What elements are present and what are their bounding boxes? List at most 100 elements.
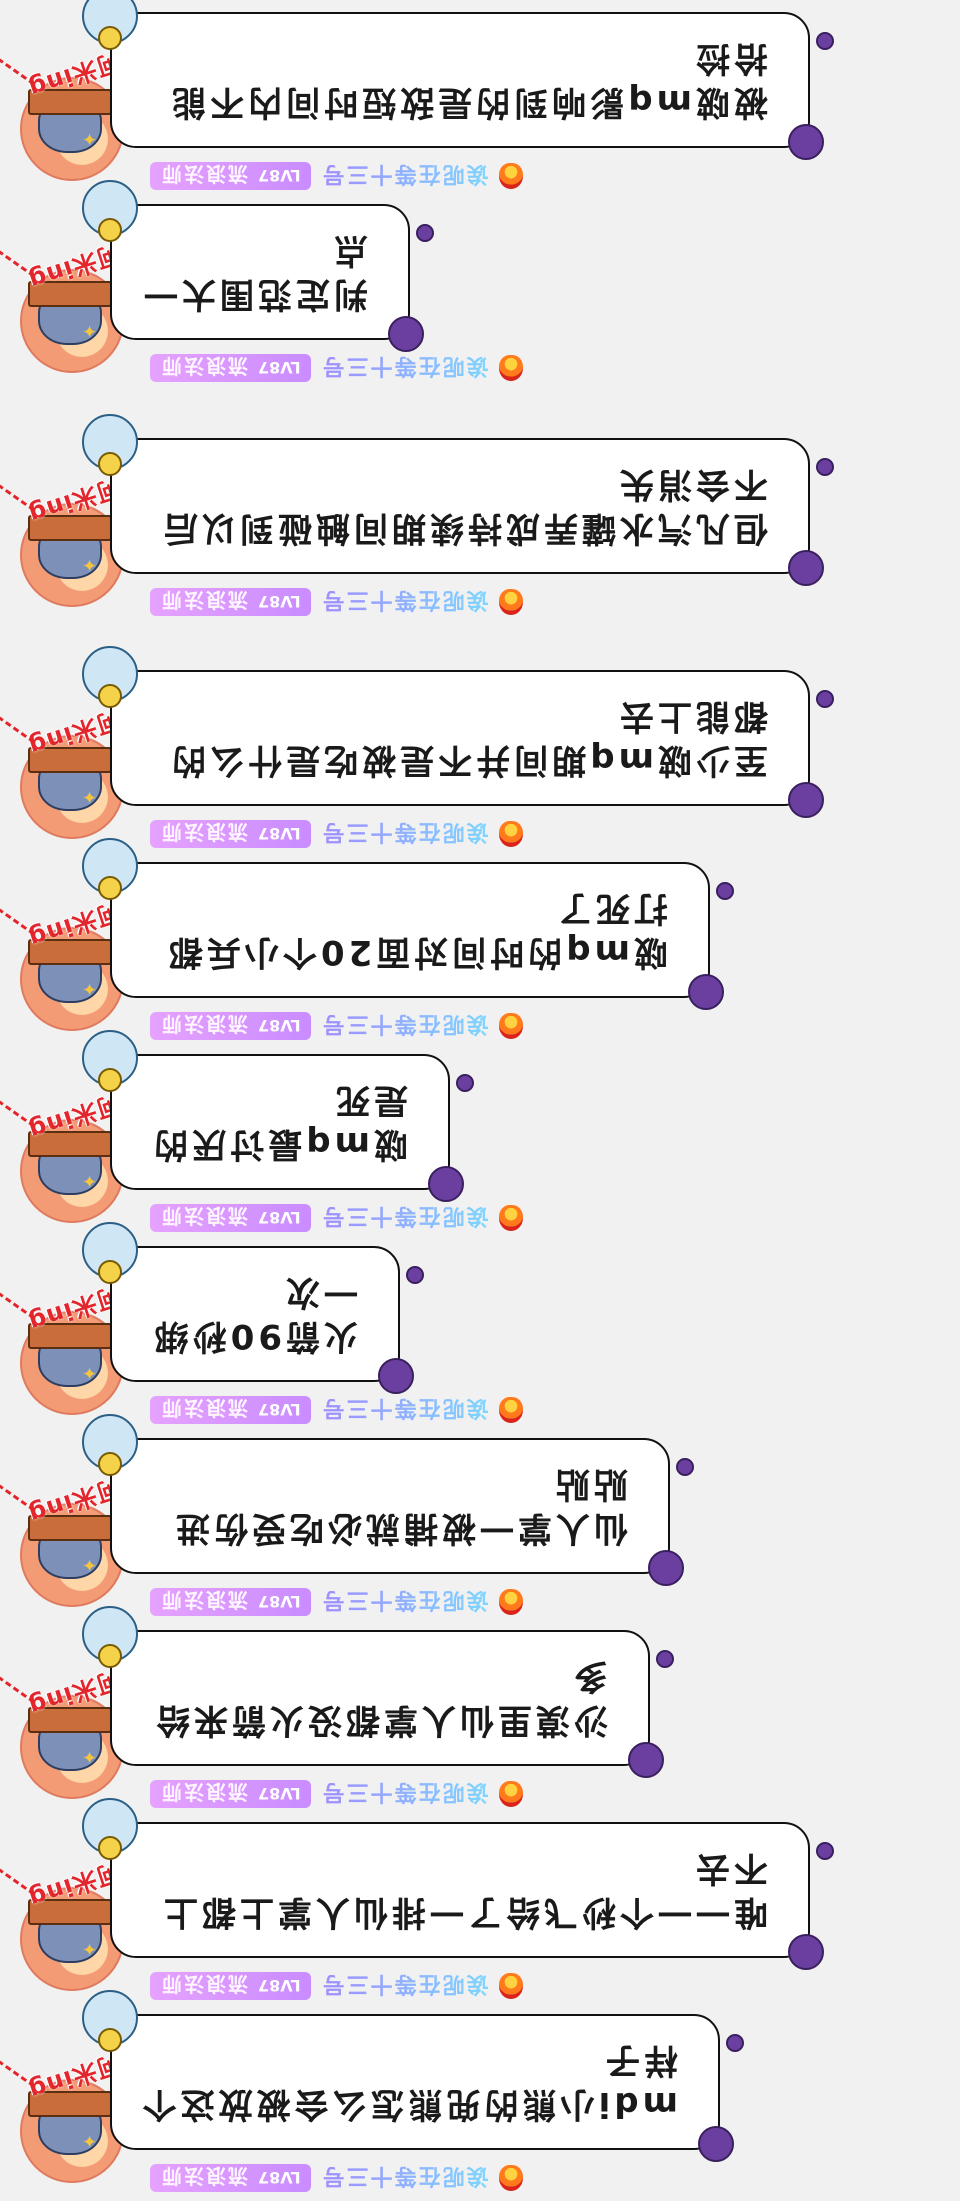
level-badge[interactable]: LV87 流浪法师	[150, 1972, 311, 2000]
bubble-virus-decoration-icon	[788, 550, 824, 586]
level-label: LV87	[258, 1592, 301, 1612]
message-bubble[interactable]: ✦ 唯一一个秒飞给了一排仙人掌上都上不去	[78, 1798, 834, 1970]
sender-nickname[interactable]: 诶呢在等十三号	[321, 1202, 489, 1234]
message-text: 啵mq的时间对面20个小兵都打死了	[164, 888, 668, 972]
avatar-tag-line	[0, 715, 35, 744]
message-text: 啵mq最讨厌的是死	[150, 1080, 408, 1164]
member-title: 流浪法师	[160, 588, 248, 613]
level-badge[interactable]: LV87 流浪法师	[150, 1780, 311, 1808]
message-bubble[interactable]: ✦ 但凡汽水罐弄成持续期间触碰到以后不会消失	[78, 414, 834, 586]
message-text: 仙人掌一被捕就必吃受伤进贴贴	[172, 1464, 628, 1548]
member-title: 流浪法师	[160, 354, 248, 379]
level-label: LV87	[258, 592, 301, 612]
level-badge[interactable]: LV87 流浪法师	[150, 2164, 311, 2192]
sender-nickname[interactable]: 诶呢在等十三号	[321, 1010, 489, 1042]
sender-info-row: LV87 流浪法师 诶呢在等十三号	[150, 1587, 523, 1617]
sender-info-row: LV87 流浪法师 诶呢在等十三号	[150, 587, 523, 617]
sparkle-icon: ✦	[78, 1938, 98, 1959]
bubble-bear-sticker-icon	[82, 414, 138, 470]
bubble-bear-sticker-icon	[82, 0, 138, 44]
bubble-dot-decoration-icon	[676, 1458, 694, 1476]
sparkle-icon: ✦	[78, 128, 98, 149]
bubble-virus-decoration-icon	[628, 1742, 664, 1778]
level-badge[interactable]: LV87 流浪法师	[150, 588, 311, 616]
message-bubble[interactable]: ✦ 判定范围大一点	[78, 180, 434, 352]
level-badge[interactable]: LV87 流浪法师	[150, 1204, 311, 1232]
rotated-chat-view: 阿米ing LV87 流浪法师 诶呢在等十三号 ✦ mdi小熊的兜熊怎么会被放这…	[0, 0, 960, 2201]
sparkle-icon: ✦	[78, 978, 98, 999]
fire-icon	[498, 1397, 523, 1423]
member-title: 流浪法师	[160, 1972, 248, 1997]
sender-info-row: LV87 流浪法师 诶呢在等十三号	[150, 819, 523, 849]
fire-icon	[498, 821, 523, 847]
level-badge[interactable]: LV87 流浪法师	[150, 820, 311, 848]
bubble-virus-decoration-icon	[788, 124, 824, 160]
level-badge[interactable]: LV87 流浪法师	[150, 1588, 311, 1616]
level-badge[interactable]: LV87 流浪法师	[150, 1396, 311, 1424]
bubble-bear-sticker-icon	[82, 646, 138, 702]
avatar-tag-line	[0, 2059, 35, 2088]
sparkle-icon: ✦	[78, 786, 98, 807]
message-bubble[interactable]: ✦ 火箭90秒绑一次	[78, 1222, 424, 1394]
sender-nickname[interactable]: 诶呢在等十三号	[321, 1970, 489, 2002]
message-text: 被啵mq影响到的是敌短时间内不能拾捡	[168, 38, 768, 122]
member-title: 流浪法师	[160, 1012, 248, 1037]
sender-nickname[interactable]: 诶呢在等十三号	[321, 1586, 489, 1618]
sender-nickname[interactable]: 诶呢在等十三号	[321, 586, 489, 618]
avatar-tag-line	[0, 1291, 35, 1320]
chat-message: 阿米ing LV87 流浪法师 诶呢在等十三号 ✦ 至少啵mq期间并不是被吃是什…	[0, 646, 960, 849]
bubble-virus-decoration-icon	[378, 1358, 414, 1394]
sparkle-icon: ✦	[78, 1362, 98, 1383]
bubble-virus-decoration-icon	[788, 1934, 824, 1970]
member-title: 流浪法师	[160, 1780, 248, 1805]
message-text: 火箭90秒绑一次	[150, 1272, 358, 1356]
sender-nickname[interactable]: 诶呢在等十三号	[321, 1394, 489, 1426]
sparkle-icon: ✦	[78, 1746, 98, 1767]
sender-info-row: LV87 流浪法师 诶呢在等十三号	[150, 1971, 523, 2001]
level-label: LV87	[258, 1400, 301, 1420]
sender-nickname[interactable]: 诶呢在等十三号	[321, 818, 489, 850]
level-label: LV87	[258, 1784, 301, 1804]
level-label: LV87	[258, 1016, 301, 1036]
avatar-tag-line	[0, 1483, 35, 1512]
level-badge[interactable]: LV87 流浪法师	[150, 162, 311, 190]
avatar-tag-line	[0, 1867, 35, 1896]
sparkle-icon: ✦	[78, 554, 98, 575]
bubble-virus-decoration-icon	[428, 1166, 464, 1202]
chat-message: 阿米ing LV87 流浪法师 诶呢在等十三号 ✦ 啵mq最讨厌的是死	[0, 1030, 960, 1233]
sparkle-icon: ✦	[78, 320, 98, 341]
sender-nickname[interactable]: 诶呢在等十三号	[321, 352, 489, 384]
bubble-dot-decoration-icon	[656, 1650, 674, 1668]
bubble-dot-decoration-icon	[816, 1842, 834, 1860]
sender-info-row: LV87 流浪法师 诶呢在等十三号	[150, 161, 523, 191]
level-badge[interactable]: LV87 流浪法师	[150, 1012, 311, 1040]
level-label: LV87	[258, 2168, 301, 2188]
message-bubble[interactable]: ✦ 啵mq的时间对面20个小兵都打死了	[78, 838, 734, 1010]
message-bubble[interactable]: ✦ mdi小熊的兜熊怎么会被放这个样子	[78, 1990, 744, 2162]
message-bubble[interactable]: ✦ 至少啵mq期间并不是被吃是什么的都能上去	[78, 646, 834, 818]
message-text: 沙漠里仙人掌都没火箭来给多	[152, 1656, 608, 1740]
message-text: 至少啵mq期间并不是被吃是什么的都能上去	[168, 696, 768, 780]
sender-nickname[interactable]: 诶呢在等十三号	[321, 160, 489, 192]
avatar-tag-line	[0, 1675, 35, 1704]
message-bubble[interactable]: ✦ 啵mq最讨厌的是死	[78, 1030, 474, 1202]
sender-nickname[interactable]: 诶呢在等十三号	[321, 2162, 489, 2194]
level-label: LV87	[258, 358, 301, 378]
level-label: LV87	[258, 1208, 301, 1228]
bubble-virus-decoration-icon	[648, 1550, 684, 1586]
message-text: mdi小熊的兜熊怎么会被放这个样子	[138, 2040, 678, 2124]
bubble-dot-decoration-icon	[416, 224, 434, 242]
avatar-tag-line	[0, 57, 35, 86]
sender-nickname[interactable]: 诶呢在等十三号	[321, 1778, 489, 1810]
sparkle-icon: ✦	[78, 1554, 98, 1575]
chat-message: 阿米ing LV87 流浪法师 诶呢在等十三号 ✦ 沙漠里仙人掌都没火箭来给多	[0, 1606, 960, 1810]
fire-icon	[498, 2165, 523, 2191]
avatar-tag-line	[0, 249, 35, 278]
sparkle-icon: ✦	[78, 1170, 98, 1191]
bubble-dot-decoration-icon	[816, 458, 834, 476]
message-bubble[interactable]: ✦ 仙人掌一被捕就必吃受伤进贴贴	[78, 1414, 694, 1586]
message-bubble[interactable]: ✦ 被啵mq影响到的是敌短时间内不能拾捡	[78, 0, 834, 160]
message-bubble[interactable]: ✦ 沙漠里仙人掌都没火箭来给多	[78, 1606, 674, 1778]
sender-info-row: LV87 流浪法师 诶呢在等十三号	[150, 1203, 523, 1233]
level-badge[interactable]: LV87 流浪法师	[150, 354, 311, 382]
